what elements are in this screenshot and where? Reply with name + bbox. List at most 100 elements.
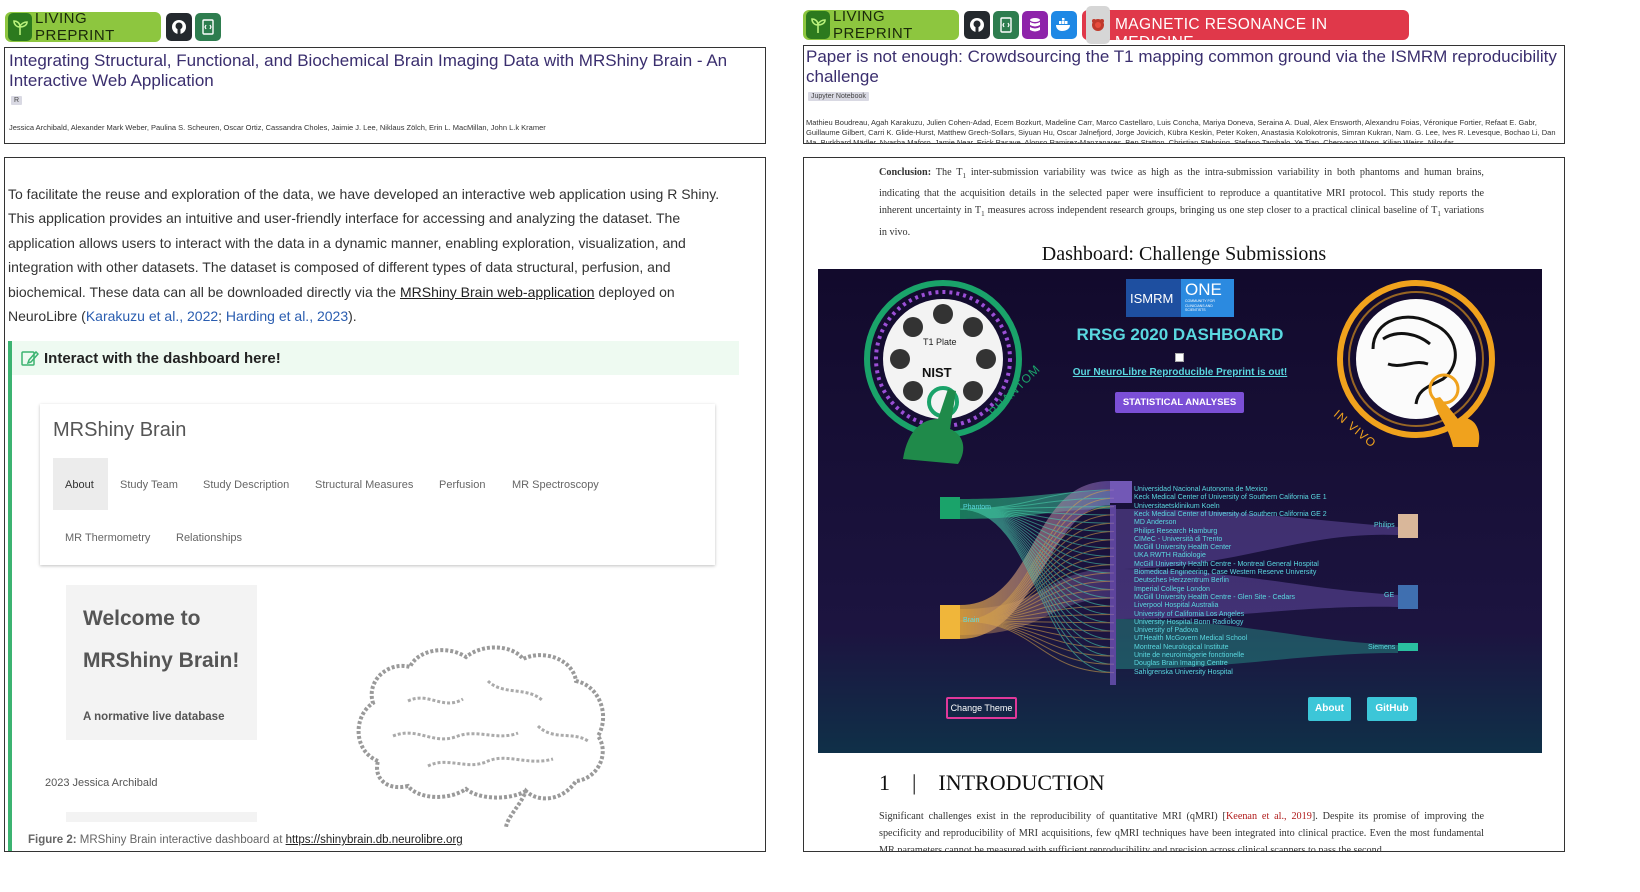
welcome-panel: Welcome to MRShiny Brain! A normative li… xyxy=(66,585,257,740)
docker-icon[interactable] xyxy=(1051,11,1077,39)
right-authors: Mathieu Boudreau, Agah Karakuzu, Julien … xyxy=(806,118,1556,144)
preprint-link[interactable]: Our NeuroLibre Reproducible Preprint is … xyxy=(1048,367,1312,378)
citation-keenan[interactable]: Keenan et al., 2019 xyxy=(1226,811,1312,822)
dashboard-callout: Interact with the dashboard here! MRShin… xyxy=(8,341,739,851)
living-preprint-label-right: LIVING PREPRINT xyxy=(833,8,913,42)
welcome-line-1: Welcome to xyxy=(83,607,201,630)
dashboard-caption: Dashboard: Challenge Submissions xyxy=(1041,243,1327,265)
right-language-tag: Jupyter Notebook xyxy=(808,92,869,101)
welcome-panel-bottom xyxy=(66,812,257,822)
source-phantom: Phantom xyxy=(963,504,992,511)
left-authors: Jessica Archibald, Alexander Mark Weber,… xyxy=(9,123,546,132)
shiny-app-link[interactable]: MRShiny Brain web-application xyxy=(400,284,595,300)
sankey-site-label: Imperial College London xyxy=(1134,585,1210,593)
right-preview-pane[interactable]: Conclusion: The T1 inter-submission vari… xyxy=(803,157,1565,852)
tab-perfusion[interactable]: Perfusion xyxy=(439,479,485,491)
one-sublabel: COMMUNITY FOR CLINICIANS AND SCIENTISTS xyxy=(1185,299,1215,312)
section-heading: 1 | INTRODUCTION xyxy=(879,770,1105,795)
sankey-site-label: Keck Medical Center of University of Sou… xyxy=(1134,510,1327,518)
tab-structural-measures[interactable]: Structural Measures xyxy=(315,479,413,491)
about-button[interactable]: About xyxy=(1308,697,1351,721)
sankey-site-label: University of California Los Angeles xyxy=(1134,610,1245,618)
citation-karakuzu[interactable]: Karakuzu et al., 2022 xyxy=(86,308,218,324)
sankey-site-label: UKA RWTH Radiologie xyxy=(1134,552,1206,560)
figure-caption: Figure 2: MRShiny Brain interactive dash… xyxy=(28,834,463,846)
rrsg-dashboard[interactable]: ISMRM ONE COMMUNITY FOR CLINICIANS AND S… xyxy=(818,269,1542,753)
right-paper-title[interactable]: Paper is not enough: Crowdsourcing the T… xyxy=(806,47,1558,87)
figure-caption-link[interactable]: https://shinybrain.db.neurolibre.org xyxy=(286,834,463,846)
sprout-icon xyxy=(8,13,32,41)
sankey-site-label: University of Padova xyxy=(1134,627,1199,635)
t1-plate-label: T1 Plate xyxy=(923,337,957,347)
intro-paragraph: Significant challenges exist in the repr… xyxy=(879,811,1484,852)
tab-about-label[interactable]: About xyxy=(65,479,94,491)
living-preprint-badge[interactable]: LIVING PREPRINT xyxy=(5,10,161,44)
shiny-copyright: 2023 Jessica Archibald xyxy=(45,777,158,789)
sprout-icon-right xyxy=(806,11,830,39)
conclusion-label: Conclusion: xyxy=(879,167,932,178)
one-logo: ONE COMMUNITY FOR CLINICIANS AND SCIENTI… xyxy=(1181,279,1234,317)
nist-label: NIST xyxy=(922,365,952,380)
change-theme-button[interactable]: Change Theme xyxy=(946,697,1017,719)
github-button[interactable]: GitHub xyxy=(1367,697,1417,721)
sankey-site-label: Douglas Brain Imaging Centre xyxy=(1134,660,1228,668)
dashboard-title: RRSG 2020 DASHBOARD xyxy=(1076,325,1284,344)
pencil-icon xyxy=(21,349,40,371)
callout-title: Interact with the dashboard here! xyxy=(44,349,281,367)
living-preprint-badge-right[interactable]: LIVING PREPRINT xyxy=(803,8,959,42)
journal-badge[interactable]: MAGNETIC RESONANCE IN MEDICINE xyxy=(1082,6,1409,51)
ismrm-logo: ISMRM ONE COMMUNITY FOR CLINICIANS AND S… xyxy=(1126,279,1234,317)
tab-study-team[interactable]: Study Team xyxy=(120,479,178,491)
left-paper-title[interactable]: Integrating Structural, Functional, and … xyxy=(9,51,761,91)
left-body-paragraph: To facilitate the reuse and exploration … xyxy=(8,186,720,325)
section-number: 1 xyxy=(879,770,890,795)
sankey-site-label: Liverpool Hospital Australia xyxy=(1134,602,1219,610)
sankey-site-label: McGill University Health Center xyxy=(1134,544,1232,552)
sankey-site-label: Universidad Nacional Autonoma de Mexico xyxy=(1134,486,1268,493)
statistical-analyses-button[interactable]: STATISTICAL ANALYSES xyxy=(1115,392,1244,413)
section-title: INTRODUCTION xyxy=(938,770,1105,795)
sankey-site-label: Philips Research Hamburg xyxy=(1134,527,1218,535)
sankey-site-label: McGill University Health Centre - Montre… xyxy=(1134,560,1319,568)
tab-relationships[interactable]: Relationships xyxy=(176,532,242,544)
sankey-site-label: Universitaetsklinikum Koeln xyxy=(1134,502,1220,510)
vendor-philips: Philips xyxy=(1374,522,1395,529)
source-brain: Brain xyxy=(963,617,980,624)
shiny-app-frame[interactable]: MRShiny Brain About Study Team Study Des… xyxy=(40,404,715,565)
sankey-site-label: Sahlgrenska University Hospital xyxy=(1134,668,1233,676)
tab-mr-spectroscopy[interactable]: MR Spectroscopy xyxy=(512,479,599,491)
broken-image-icon xyxy=(1175,353,1184,362)
vendor-siemens: Siemens xyxy=(1368,644,1396,651)
sankey-site-label: Montreal Neurological Institute xyxy=(1134,643,1229,651)
vendor-ge: GE xyxy=(1384,592,1395,599)
shiny-app-title: MRShiny Brain xyxy=(53,419,187,441)
github-icon-right[interactable] xyxy=(964,11,990,39)
callout-header: Interact with the dashboard here! xyxy=(12,341,739,375)
ismrm-label: ISMRM xyxy=(1130,291,1174,306)
notebook-icon-right[interactable] xyxy=(993,11,1019,39)
notebook-icon[interactable] xyxy=(195,13,221,41)
sankey-site-label: University Hospital Bonn Radiology xyxy=(1134,618,1244,626)
sankey-site-label: UTHealth McGovern Medical School xyxy=(1134,635,1248,643)
database-icon[interactable] xyxy=(1022,11,1048,39)
one-label: ONE xyxy=(1185,280,1222,299)
sankey-site-label: Unite de neuroimagerie fonctionelle xyxy=(1134,652,1245,659)
citation-harding[interactable]: Harding et al., 2023 xyxy=(226,308,348,324)
sankey-site-label: Keck Medical Center of University of Sou… xyxy=(1134,494,1327,502)
sankey-site-label: CIMeC - Università di Trento xyxy=(1134,535,1223,543)
right-paper-header[interactable]: Paper is not enough: Crowdsourcing the T… xyxy=(803,45,1565,144)
tab-study-description[interactable]: Study Description xyxy=(203,479,289,491)
sankey-site-label: MD Anderson xyxy=(1134,519,1177,527)
sankey-site-label: McGill University Health Centre - Glen S… xyxy=(1134,593,1296,601)
sankey-site-label: Deutsches Herzzentrum Berlin xyxy=(1134,577,1229,585)
left-language-tag: R xyxy=(11,96,23,105)
figure-caption-label: Figure 2: xyxy=(28,834,77,846)
tab-mr-thermometry[interactable]: MR Thermometry xyxy=(65,532,150,544)
journal-logo-icon xyxy=(1086,6,1110,44)
living-preprint-label: LIVING PREPRINT xyxy=(35,10,115,44)
github-icon[interactable] xyxy=(166,13,192,41)
left-paper-header[interactable]: Integrating Structural, Functional, and … xyxy=(4,47,766,144)
welcome-line-2: MRShiny Brain! xyxy=(83,649,240,672)
welcome-subtitle: A normative live database xyxy=(83,711,225,723)
left-preview-pane[interactable]: To facilitate the reuse and exploration … xyxy=(4,157,766,852)
